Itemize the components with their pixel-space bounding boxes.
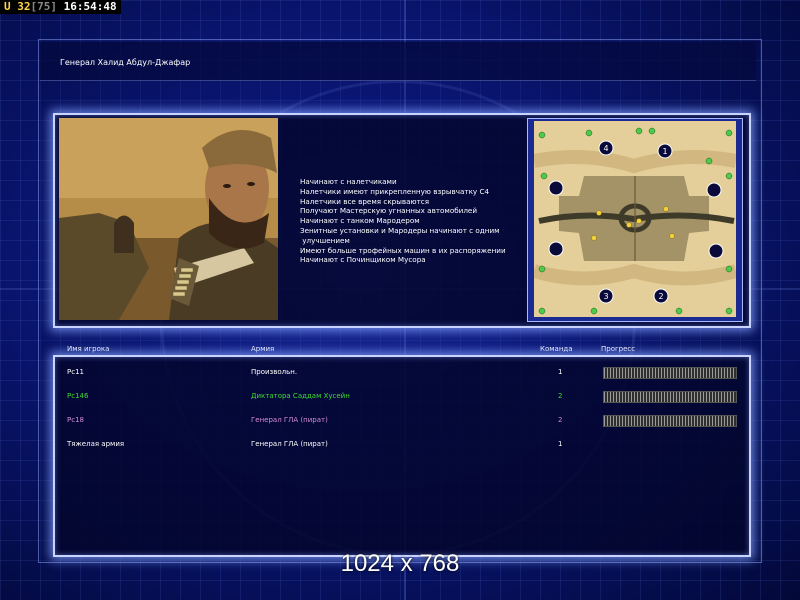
start-slot-3[interactable]: 3 <box>598 288 614 304</box>
player-row: Тяжелая армия Генерал ГЛА (пират) 1 <box>0 440 800 454</box>
column-header-army: Армия <box>251 345 275 353</box>
hud-prefix: U <box>4 0 11 13</box>
start-slot-label: 3 <box>603 292 608 301</box>
player-team: 2 <box>558 392 563 400</box>
player-team: 1 <box>558 440 563 448</box>
feature-line: Налетчики имеют прикрепленную взрывчатку… <box>300 186 490 196</box>
resolution-label: 1024 x 768 <box>340 550 460 577</box>
player-army: Диктатора Саддам Хусейн <box>251 392 350 400</box>
hud-limit: [75] <box>30 0 58 13</box>
column-header-team: Команда <box>540 345 573 353</box>
feature-line: Начинают с танком Мародером <box>300 216 420 226</box>
feature-line: Получают Мастерскую угнанных автомобилей <box>300 206 478 216</box>
column-header-player: Имя игрока <box>67 345 110 353</box>
player-team: 2 <box>558 416 563 424</box>
player-progress-bar <box>603 391 737 403</box>
feature-line: Начинают с налетчиками <box>300 177 397 186</box>
hud-time: 16:54:48 <box>63 0 117 13</box>
player-army: Произвольн. <box>251 368 298 376</box>
player-name: Pc146 <box>67 392 89 400</box>
start-slot-label: 1 <box>662 147 667 156</box>
start-slot-4[interactable]: 4 <box>598 140 614 156</box>
start-slot-1[interactable]: 1 <box>657 143 673 159</box>
feature-line: улучшением <box>300 235 350 245</box>
general-features-list: Начинают с налетчиками Налетчики имеют п… <box>300 177 520 265</box>
map-start-slots: 4 1 3 2 <box>598 140 673 304</box>
general-name: Генерал Халид Абдул-Джафар <box>60 58 191 67</box>
feature-line: Имеют больше трофейных машин в их распор… <box>300 245 506 255</box>
column-header-progress: Прогресс <box>601 345 636 353</box>
feature-line: Зенитные установки и Мародеры начинают с… <box>300 225 500 235</box>
feature-line: Начинают с Починщиком Мусора <box>300 255 426 265</box>
start-slot-2[interactable]: 2 <box>653 288 669 304</box>
start-slot-label: 2 <box>658 292 663 301</box>
player-progress-bar <box>603 415 737 427</box>
general-portrait <box>59 118 278 320</box>
player-name: Pc18 <box>67 416 84 424</box>
players-panel <box>53 355 751 557</box>
player-name: Тяжелая армия <box>67 440 125 448</box>
player-team: 1 <box>558 368 563 376</box>
player-army: Генерал ГЛА (пират) <box>251 440 328 448</box>
hud-status: U 32[75] 16:54:48 <box>0 0 121 14</box>
player-name: Pc11 <box>67 368 84 376</box>
start-slot-label: 4 <box>603 144 608 153</box>
player-progress-bar <box>603 367 737 379</box>
player-army: Генерал ГЛА (пират) <box>251 416 328 424</box>
hud-units: 32 <box>17 0 31 13</box>
feature-line: Налетчики все время скрываются <box>300 196 430 206</box>
